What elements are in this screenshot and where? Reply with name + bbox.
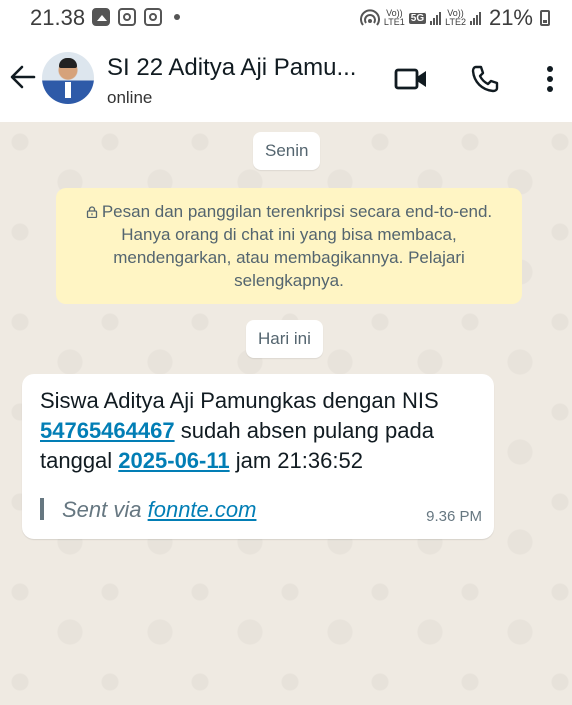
chat-area[interactable]: Senin Pesan dan panggilan terenkripsi se… (0, 122, 572, 705)
date-chip: Senin (253, 132, 321, 170)
voice-call-icon[interactable] (470, 64, 500, 94)
avatar[interactable] (42, 52, 94, 104)
message-time: 9.36 PM (426, 508, 482, 525)
contact-status: online (107, 88, 153, 107)
battery-icon (540, 10, 550, 26)
lock-icon (86, 206, 97, 218)
instagram-icon (118, 8, 136, 26)
signal-2-icon (469, 11, 481, 25)
back-arrow-icon[interactable] (8, 62, 38, 92)
status-time: 21.38 (30, 5, 86, 30)
fonnte-link[interactable]: fonnte.com (148, 497, 257, 522)
encryption-notice[interactable]: Pesan dan panggilan terenkripsi secara e… (56, 188, 522, 304)
volte2-indicator: Vo)) LTE2 (445, 8, 466, 27)
message-bubble[interactable]: Siswa Aditya Aji Pamungkas dengan NIS 54… (22, 374, 494, 539)
contact-name[interactable]: SI 22 Aditya Aji Pamu... (107, 54, 356, 82)
quote-bar (40, 498, 44, 520)
status-right: Vo)) LTE1 5G Vo)) LTE2 21% (359, 5, 550, 31)
volte1-indicator: Vo)) LTE1 (383, 8, 405, 27)
notification-icons (92, 8, 180, 26)
network-type: 5G (408, 12, 427, 24)
instagram-icon (144, 8, 162, 26)
hotspot-icon (359, 9, 380, 26)
nis-link[interactable]: 54765464467 (40, 418, 175, 443)
encryption-notice-text: Pesan dan panggilan terenkripsi secara e… (101, 202, 493, 290)
signal-1-icon (430, 11, 442, 25)
message-text: Siswa Aditya Aji Pamungkas dengan NIS 54… (40, 388, 439, 473)
video-call-icon[interactable] (394, 66, 428, 92)
status-bar: 21.38 Vo)) LTE1 5G Vo)) LTE2 21% (0, 0, 572, 36)
gallery-icon (92, 8, 110, 26)
date-chip: Hari ini (246, 320, 323, 358)
battery-percent: 21% (488, 5, 533, 30)
more-options-icon[interactable] (540, 64, 560, 94)
sent-via-line: Sent via fonnte.com (40, 497, 256, 523)
chat-header: SI 22 Aditya Aji Pamu... online (0, 36, 572, 122)
date-link[interactable]: 2025-06-11 (118, 448, 229, 473)
more-notifications-dot-icon (174, 14, 180, 20)
